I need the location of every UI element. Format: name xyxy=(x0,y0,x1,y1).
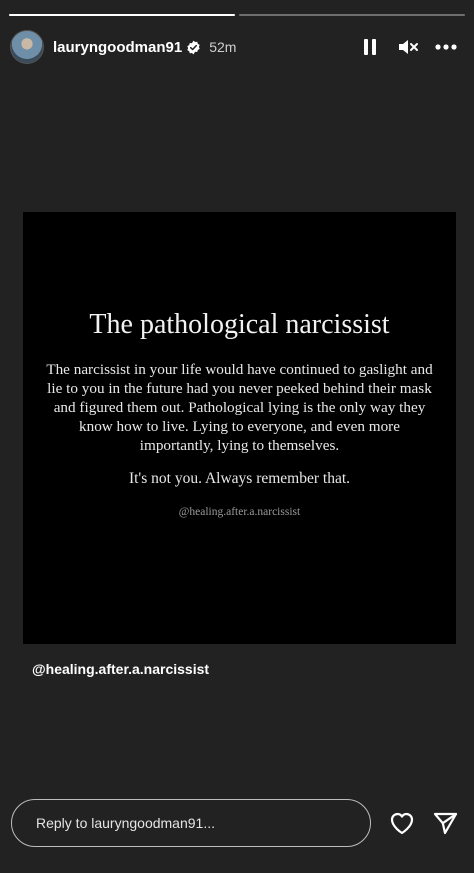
reply-field[interactable] xyxy=(11,799,371,847)
verified-badge-icon xyxy=(186,40,201,55)
story-progress xyxy=(9,14,465,17)
progress-fill-1 xyxy=(9,14,235,16)
pause-icon[interactable] xyxy=(358,35,382,59)
header-controls xyxy=(358,28,458,66)
progress-segment-1 xyxy=(9,14,235,16)
avatar[interactable] xyxy=(10,30,44,64)
story-header: lauryngoodman91 52m xyxy=(10,28,466,66)
post-body: The narcissist in your life would have c… xyxy=(46,361,433,454)
send-icon[interactable] xyxy=(431,809,459,837)
post-watermark-handle: @healing.after.a.narcissist xyxy=(178,506,301,518)
progress-segment-2 xyxy=(239,14,465,16)
muted-speaker-icon[interactable] xyxy=(396,35,420,59)
more-options-icon[interactable] xyxy=(434,35,458,59)
username[interactable]: lauryngoodman91 xyxy=(53,39,182,56)
post-title: The pathological narcissist xyxy=(89,309,390,340)
story-viewer: lauryngoodman91 52m The pathological nar… xyxy=(0,0,474,873)
mention-sticker[interactable]: @healing.after.a.narcissist xyxy=(32,661,209,677)
reply-input[interactable] xyxy=(34,814,358,832)
heart-icon[interactable] xyxy=(388,809,416,837)
post-closing: It's not you. Always remember that. xyxy=(128,470,351,487)
post-time: 52m xyxy=(209,39,237,55)
story-post-image: The pathological narcissist The narcissi… xyxy=(23,212,456,644)
